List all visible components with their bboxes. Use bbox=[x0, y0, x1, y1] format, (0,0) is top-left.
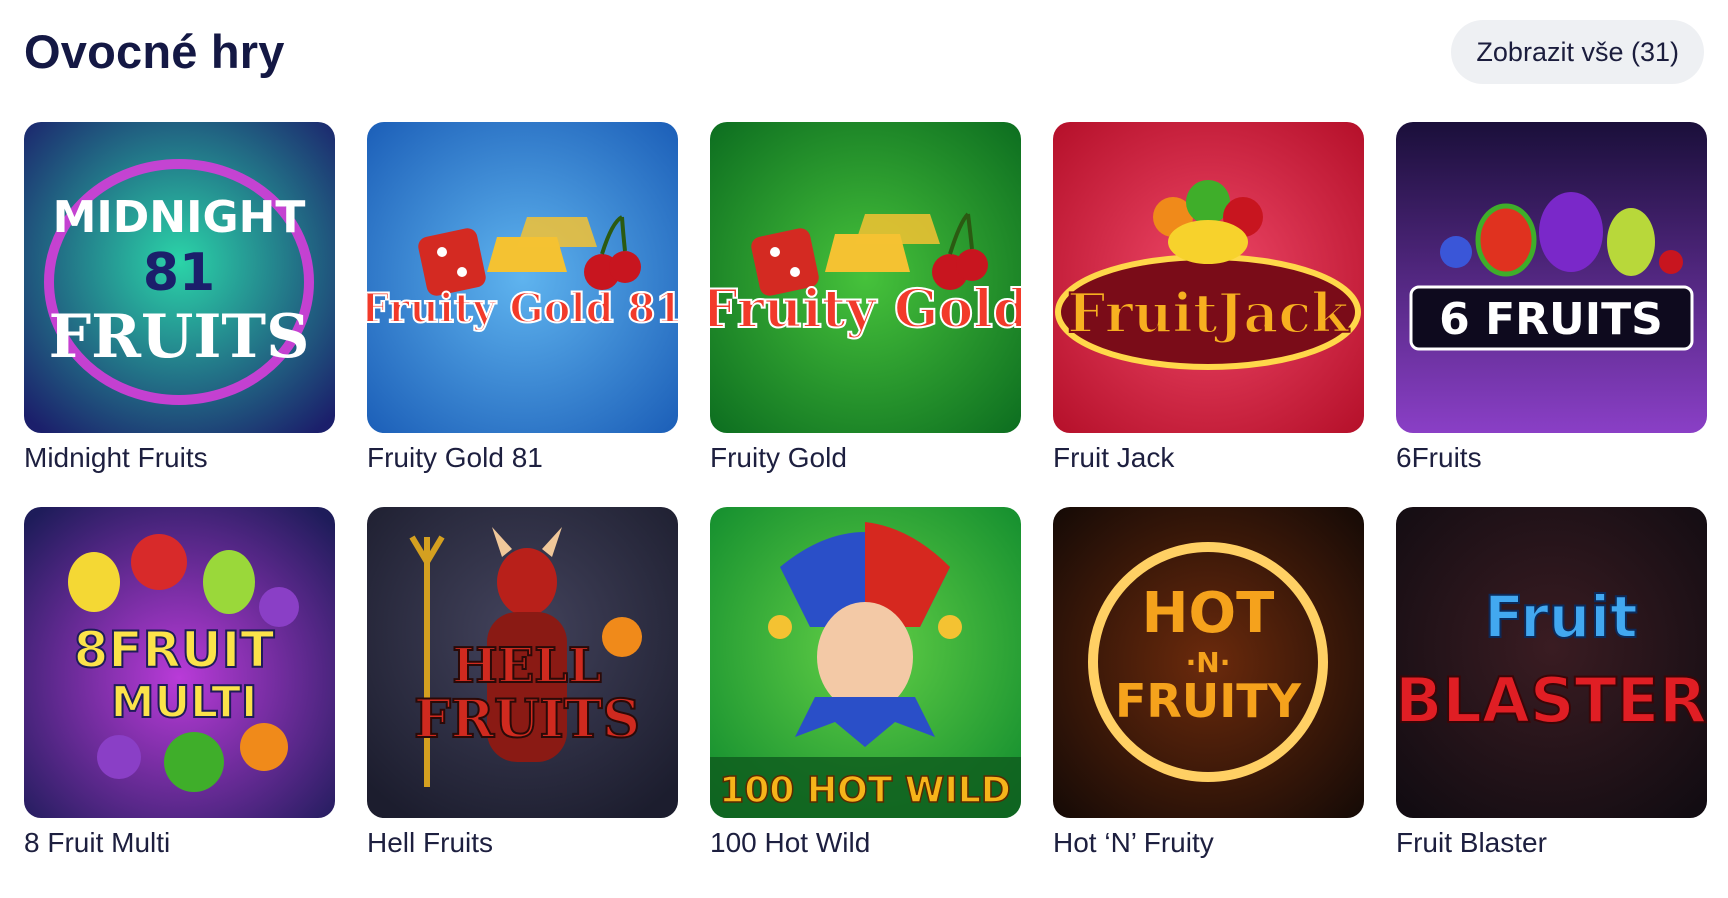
game-title[interactable]: Fruity Gold bbox=[710, 442, 1021, 474]
art-text-line1: Fruity Gold bbox=[710, 279, 1021, 340]
game-title[interactable]: Hell Fruits bbox=[367, 827, 678, 859]
game-card-midnight-fruits[interactable]: MIDNIGHT 81 FRUITS Midnight Fruits bbox=[24, 122, 335, 474]
game-title[interactable]: Fruit Blaster bbox=[1396, 827, 1707, 859]
game-card-6fruits[interactable]: 6 FRUITS 6Fruits bbox=[1396, 122, 1707, 474]
art-text-line1: MIDNIGHT bbox=[53, 192, 306, 243]
game-thumbnail[interactable]: HOT ·N· FRUITY bbox=[1053, 507, 1364, 818]
game-thumbnail[interactable]: 100 HOT WILD bbox=[710, 507, 1021, 818]
game-card-hot-n-fruity[interactable]: HOT ·N· FRUITY Hot ‘N’ Fruity bbox=[1053, 507, 1364, 859]
art-text-line1: FruitJack bbox=[1067, 281, 1350, 345]
game-title[interactable]: 8 Fruit Multi bbox=[24, 827, 335, 859]
art-text-line2: MULTI bbox=[111, 677, 258, 728]
art-text-line1: Fruit bbox=[1484, 583, 1637, 651]
art-text-line2: FRUITS bbox=[414, 689, 640, 750]
thumb-background bbox=[1396, 507, 1707, 818]
game-row: 8FRUIT MULTI 8 Fruit Multi HELL FRUITS H… bbox=[24, 507, 1707, 867]
game-card-fruity-gold[interactable]: Fruity Gold Fruity Gold bbox=[710, 122, 1021, 474]
game-thumbnail[interactable]: FruitJack bbox=[1053, 122, 1364, 433]
art-text-line1: 8FRUIT bbox=[74, 621, 275, 679]
game-thumbnail[interactable]: Fruity Gold bbox=[710, 122, 1021, 433]
game-thumbnail[interactable]: MIDNIGHT 81 FRUITS bbox=[24, 122, 335, 433]
game-card-fruity-gold-81[interactable]: Fruity Gold 81 Fruity Gold 81 bbox=[367, 122, 678, 474]
section-title: Ovocné hry bbox=[24, 25, 285, 78]
game-title[interactable]: Hot ‘N’ Fruity bbox=[1053, 827, 1364, 859]
game-title[interactable]: 6Fruits bbox=[1396, 442, 1707, 474]
game-title[interactable]: Fruit Jack bbox=[1053, 442, 1364, 474]
show-all-button[interactable]: Zobrazit vše (31) bbox=[1451, 20, 1704, 84]
game-row: MIDNIGHT 81 FRUITS Midnight Fruits Fruit… bbox=[24, 122, 1707, 482]
game-card-100-hot-wild[interactable]: 100 HOT WILD 100 Hot Wild bbox=[710, 507, 1021, 859]
art-text-line1: HELL bbox=[452, 638, 601, 694]
game-thumbnail[interactable]: Fruity Gold 81 bbox=[367, 122, 678, 433]
art-text-line1: 6 FRUITS bbox=[1439, 294, 1663, 345]
thumb-background bbox=[1396, 122, 1707, 433]
game-card-fruit-jack[interactable]: FruitJack Fruit Jack bbox=[1053, 122, 1364, 474]
art-text-line1: Fruity Gold 81 bbox=[367, 285, 678, 332]
game-thumbnail[interactable]: HELL FRUITS bbox=[367, 507, 678, 818]
game-thumbnail[interactable]: 8FRUIT MULTI bbox=[24, 507, 335, 818]
game-thumbnail[interactable]: Fruit BLASTER bbox=[1396, 507, 1707, 818]
art-text-line3: FRUITY bbox=[1115, 674, 1302, 728]
art-text-line3: FRUITS bbox=[49, 302, 310, 372]
art-text-line2: BLASTER bbox=[1396, 664, 1707, 737]
art-text-line1: 100 HOT WILD bbox=[719, 770, 1010, 811]
game-title[interactable]: 100 Hot Wild bbox=[710, 827, 1021, 859]
art-text-line2: 81 bbox=[143, 243, 215, 303]
art-text-line1: HOT bbox=[1142, 581, 1275, 646]
game-card-hell-fruits[interactable]: HELL FRUITS Hell Fruits bbox=[367, 507, 678, 859]
game-card-fruit-blaster[interactable]: Fruit BLASTER Fruit Blaster bbox=[1396, 507, 1707, 859]
section-header: Ovocné hry Zobrazit vše (31) bbox=[24, 18, 1704, 86]
game-title[interactable]: Fruity Gold 81 bbox=[367, 442, 678, 474]
game-title[interactable]: Midnight Fruits bbox=[24, 442, 335, 474]
game-thumbnail[interactable]: 6 FRUITS bbox=[1396, 122, 1707, 433]
game-card-8-fruit-multi[interactable]: 8FRUIT MULTI 8 Fruit Multi bbox=[24, 507, 335, 859]
